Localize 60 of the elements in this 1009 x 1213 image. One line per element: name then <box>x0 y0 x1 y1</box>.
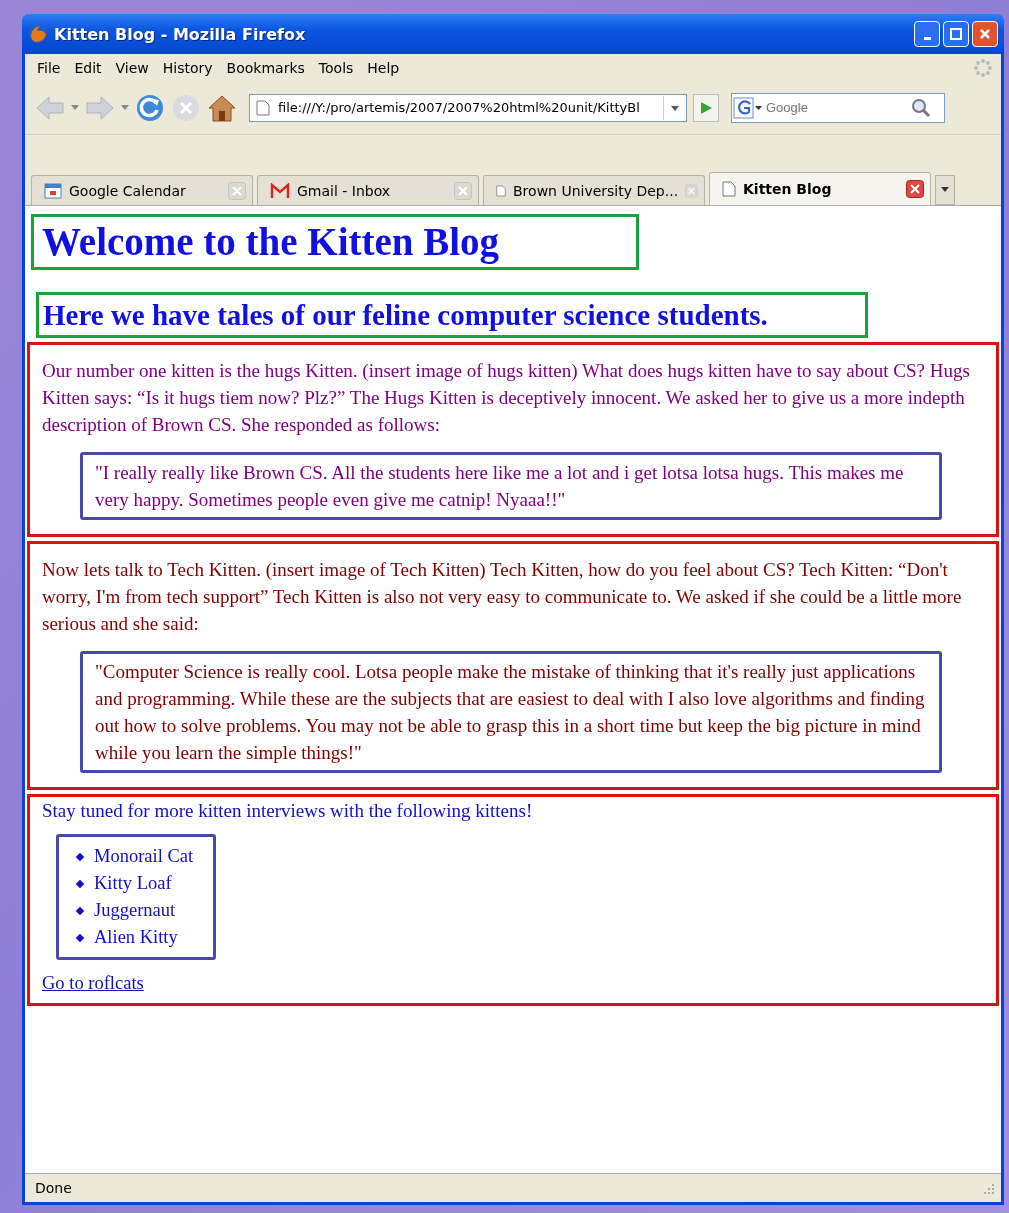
browser-tab[interactable]: Gmail - Inbox <box>257 175 479 205</box>
address-field[interactable]: file:///Y:/pro/artemis/2007/2007%20html%20unit/KittyBl <box>249 93 687 122</box>
browser-tab[interactable]: Brown University Dep... <box>483 175 705 205</box>
left-arrow-icon <box>35 94 65 121</box>
roflcats-link[interactable]: Go to roflcats <box>42 970 144 997</box>
reload-button[interactable] <box>135 92 165 123</box>
forward-button[interactable] <box>85 94 115 121</box>
calendar-icon <box>44 182 62 199</box>
caret-icon <box>941 187 949 193</box>
menu-item[interactable]: Edit <box>70 59 112 76</box>
close-tab-icon[interactable] <box>906 180 924 198</box>
throbber-icon <box>973 57 993 78</box>
close-button[interactable] <box>972 21 998 47</box>
menu-item[interactable]: File <box>33 59 71 76</box>
minimize-button[interactable] <box>914 21 940 47</box>
list-item: Juggernaut <box>94 899 176 922</box>
list-item: Monorail Cat <box>94 845 194 868</box>
bullet-icon <box>75 906 85 915</box>
menu-item[interactable]: Tools <box>314 59 364 76</box>
menu-item[interactable]: History <box>158 59 223 76</box>
window-title: Kitten Blog - Mozilla Firefox <box>54 24 306 44</box>
menu-item[interactable]: Help <box>363 59 410 76</box>
search-box[interactable]: Google <box>731 92 945 123</box>
right-arrow-icon <box>85 94 115 121</box>
browser-tab[interactable]: Google Calendar <box>31 175 253 205</box>
list-item: Kitty Loaf <box>94 872 172 895</box>
tab-list-button[interactable] <box>935 175 955 205</box>
paragraph: Our number one kitten is the hugs Kitten. (insert image of hugs kitten) What does hugs kitten have to say about CS? Hugs Kitten says: “Is it hugs tiem now? Plz?” The Hugs Kitten is deceptively innocent. We asked her to give us a more indepth description of Brown CS. She responded as follows: <box>42 359 971 437</box>
page-icon <box>722 181 736 197</box>
quote: "Computer Science is really cool. Lotsa people make the mistake of thinking that it's really just applications and programming. While these are the subjects that are easiest to deal with I also love algorithms and finding out how to solve problems. You may not be able to grasp this in a short time but keep the big picture in mind while you learn the simple things!" <box>80 651 942 773</box>
resize-grip-icon[interactable] <box>981 1181 995 1195</box>
maximize-icon <box>950 28 962 40</box>
paragraph: Now lets talk to Tech Kitten. (insert image of Tech Kitten) Tech Kitten, how do you feel about CS? Tech Kitten: “Don't worry, I'm from tech support” Tech Kitten is also not very easy to communicate to. We asked if she could be a little more serious and she said: <box>42 558 963 636</box>
reload-icon <box>135 92 165 123</box>
back-button[interactable] <box>35 94 65 121</box>
menu-item[interactable]: Bookmarks <box>222 59 315 76</box>
status-text: Done <box>35 1180 72 1196</box>
maximize-button[interactable] <box>943 21 969 47</box>
go-button[interactable] <box>693 93 719 122</box>
caret-icon <box>121 104 129 111</box>
bullet-icon <box>75 879 85 888</box>
bullet-icon <box>75 852 85 861</box>
minimize-icon <box>923 36 931 40</box>
page-icon <box>496 182 506 199</box>
page-subheading: Here we have tales of our feline computer science students. <box>36 292 868 338</box>
page-heading: Welcome to the Kitten Blog <box>31 214 639 270</box>
paragraph: Stay tuned for more kitten interviews with the following kittens! <box>42 799 534 823</box>
globe-fox-icon <box>28 24 48 44</box>
quote: "I really really like Brown CS. All the students here like me a lot and i get lotsa lotsa hugs. This makes me very happy. Sometimes people even give me catnip! Nyaaa!!" <box>80 452 942 520</box>
search-engine-icon <box>732 95 764 120</box>
play-icon <box>698 99 714 116</box>
envelope-m-icon <box>270 182 290 199</box>
stop-icon <box>171 92 201 123</box>
browser-tab[interactable]: Kitten Blog <box>709 172 931 205</box>
page-icon <box>256 99 270 116</box>
menu-item[interactable]: View <box>111 59 159 76</box>
caret-icon <box>71 104 79 111</box>
bullet-icon <box>75 933 85 942</box>
close-icon <box>979 28 991 40</box>
list-item: Alien Kitty <box>94 926 178 949</box>
